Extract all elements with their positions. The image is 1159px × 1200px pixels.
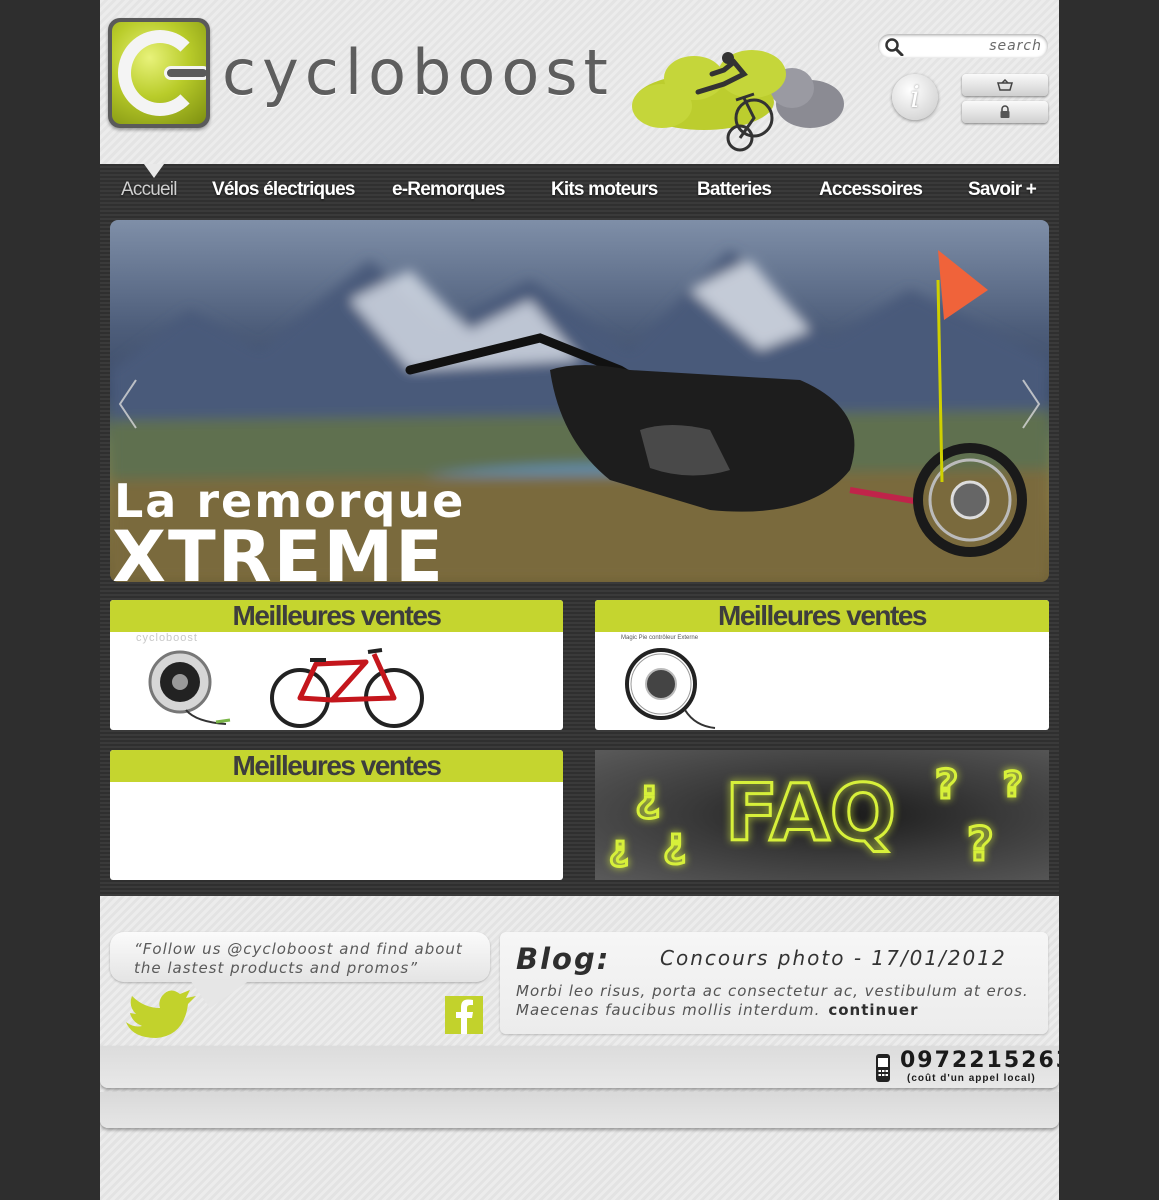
content-area: La remorque XTREME Meilleures ventes cyc… [100, 212, 1059, 896]
blog-teaser: Blog: Concours photo - 17/01/2012 Morbi … [500, 932, 1048, 1034]
main-nav: Accueil Vélos électriques e-Remorques Ki… [100, 164, 1059, 212]
bicycle-product[interactable] [270, 640, 426, 730]
svg-text:¿: ¿ [663, 820, 686, 866]
twitter-bubble: “Follow us @cycloboost and find about th… [110, 932, 490, 982]
footer: “Follow us @cycloboost and find about th… [100, 896, 1059, 1200]
svg-text:?: ? [935, 762, 958, 808]
account-button[interactable] [962, 101, 1048, 123]
best-sellers-box-1: Meilleures ventes cycloboost [110, 600, 563, 730]
nav-item-e-remorques[interactable]: e-Remorques [392, 179, 505, 201]
svg-text:?: ? [1003, 765, 1023, 805]
phone-note: (coût d'un appel local) [907, 1073, 1036, 1084]
blog-post-title[interactable]: Concours photo - 17/01/2012 [660, 946, 1007, 970]
facebook-icon[interactable] [445, 996, 483, 1034]
hero-banner[interactable]: La remorque XTREME [110, 220, 1049, 582]
search-box [878, 34, 1048, 58]
best-sellers-box-3: Meilleures ventes [110, 750, 563, 880]
twitter-text: “Follow us @cycloboost and find about th… [134, 940, 463, 977]
nav-active-pointer [144, 164, 164, 178]
info-icon[interactable]: i [892, 74, 938, 120]
magic-pie-motor-product[interactable] [625, 640, 725, 730]
nav-item-accueil[interactable]: Accueil [121, 179, 177, 201]
basket-icon [997, 79, 1013, 91]
faq-banner[interactable]: FAQ ¿ ¿ ¿ ? ? ? [595, 750, 1049, 880]
cloud-cyclist-illustration [632, 50, 844, 152]
banner-headline-line2: XTREME [112, 516, 445, 582]
blog-continue-link[interactable]: continuer [828, 1001, 918, 1019]
header: cycloboost i [100, 0, 1059, 164]
blog-label: Blog: [516, 942, 611, 976]
logo-badge[interactable] [108, 18, 210, 128]
svg-text:¿: ¿ [609, 829, 629, 869]
logo-text[interactable]: cycloboost [222, 36, 614, 109]
search-icon[interactable] [884, 38, 904, 56]
faq-label: FAQ [725, 769, 896, 859]
phone-number[interactable]: 0972215263 [900, 1048, 1059, 1073]
hub-motor-product[interactable] [146, 642, 236, 728]
faq-neon-art: FAQ ¿ ¿ ¿ ? ? ? [608, 761, 1025, 873]
best-sellers-box-2: Meilleures ventes Magic Pie contrôleur E… [595, 600, 1049, 730]
nav-item-kits-moteurs[interactable]: Kits moteurs [551, 179, 658, 201]
nav-item-velos-electriques[interactable]: Vélos électriques [212, 179, 356, 201]
box-title: Meilleures ventes [110, 750, 563, 782]
twitter-icon[interactable] [122, 986, 198, 1042]
svg-text:¿: ¿ [635, 770, 661, 821]
page: cycloboost i [100, 0, 1059, 1200]
svg-text:?: ? [967, 817, 994, 871]
search-input[interactable] [908, 37, 1042, 55]
basket-button[interactable] [962, 74, 1048, 96]
nav-item-accessoires[interactable]: Accessoires [819, 179, 923, 201]
nav-item-savoir-plus[interactable]: Savoir + [968, 179, 1037, 201]
footer-bar-bottom [100, 1092, 1059, 1128]
lock-icon [1000, 105, 1010, 118]
blog-post-excerpt: Morbi leo risus, porta ac consectetur ac… [516, 982, 1029, 1019]
phone-icon [876, 1054, 890, 1082]
box-title: Meilleures ventes [595, 600, 1049, 632]
arrow-left-icon[interactable] [116, 378, 140, 430]
box-title: Meilleures ventes [110, 600, 563, 632]
nav-item-batteries[interactable]: Batteries [697, 179, 772, 201]
arrow-right-icon[interactable] [1019, 378, 1043, 430]
